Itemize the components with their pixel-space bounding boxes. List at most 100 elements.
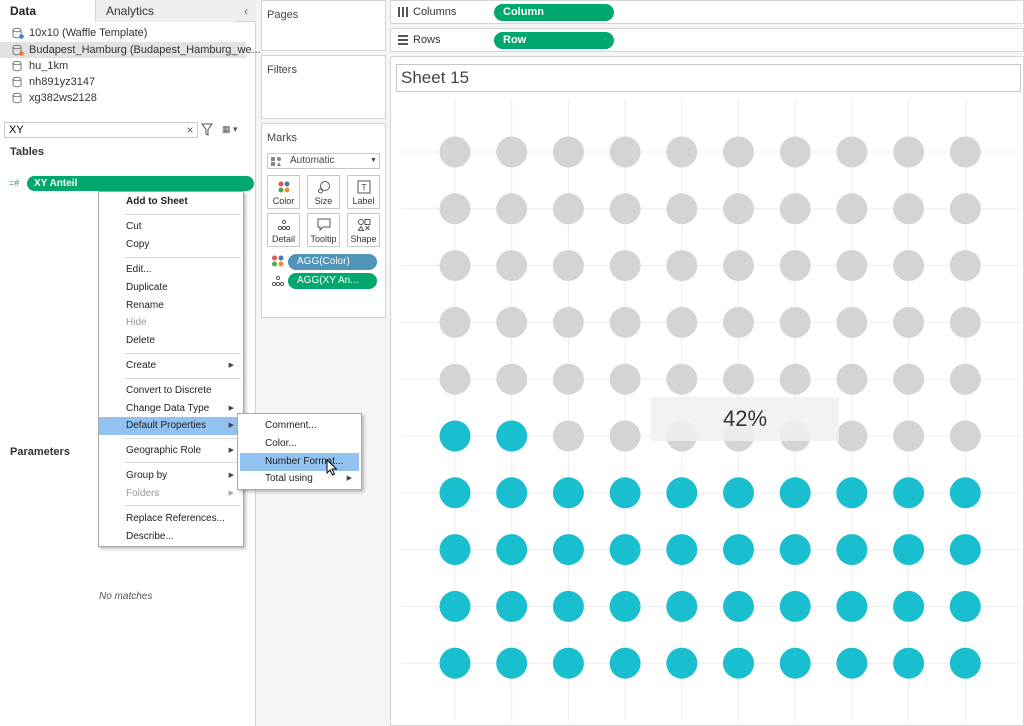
datasource-item[interactable]: hu_1km <box>0 58 256 74</box>
waffle-dot-empty[interactable] <box>552 193 584 225</box>
columns-shelf[interactable]: Columns Column <box>390 0 1024 24</box>
field-search-input[interactable] <box>4 122 198 138</box>
rows-shelf[interactable]: Rows Row <box>390 28 1024 52</box>
waffle-dot-filled[interactable] <box>949 647 981 679</box>
waffle-dot-filled[interactable] <box>836 534 868 566</box>
color-button[interactable]: Color <box>267 175 300 209</box>
waffle-dot-empty[interactable] <box>666 306 698 338</box>
waffle-dot-empty[interactable] <box>609 136 641 168</box>
row-pill[interactable]: Row <box>494 32 614 49</box>
waffle-dot-empty[interactable] <box>949 250 981 282</box>
waffle-dot-filled[interactable] <box>496 420 528 452</box>
waffle-dot-empty[interactable] <box>552 306 584 338</box>
waffle-dot-empty[interactable] <box>666 250 698 282</box>
waffle-dot-empty[interactable] <box>893 193 925 225</box>
waffle-dot-empty[interactable] <box>666 193 698 225</box>
waffle-dot-empty[interactable] <box>609 420 641 452</box>
datasource-item[interactable]: 10x10 (Waffle Template) <box>0 25 256 41</box>
waffle-dot-empty[interactable] <box>949 363 981 395</box>
waffle-dot-filled[interactable] <box>723 590 754 622</box>
menu-item-hide[interactable]: Hide <box>99 314 243 332</box>
detail-pill[interactable]: AGG(XY An... <box>288 273 377 289</box>
menu-item-replace-references[interactable]: Replace References... <box>99 510 243 528</box>
waffle-dot-filled[interactable] <box>949 477 981 509</box>
waffle-dot-filled[interactable] <box>723 534 754 566</box>
waffle-dot-filled[interactable] <box>893 477 925 509</box>
waffle-dot-empty[interactable] <box>836 306 868 338</box>
waffle-dot-filled[interactable] <box>439 420 471 452</box>
waffle-dot-filled[interactable] <box>496 590 528 622</box>
waffle-dot-filled[interactable] <box>496 534 528 566</box>
waffle-dot-empty[interactable] <box>723 193 754 225</box>
clear-search-icon[interactable]: × <box>184 122 196 138</box>
menu-item-copy[interactable]: Copy <box>99 236 243 254</box>
waffle-dot-empty[interactable] <box>552 136 584 168</box>
waffle-dot-empty[interactable] <box>609 363 641 395</box>
waffle-dot-filled[interactable] <box>723 647 754 679</box>
waffle-dot-empty[interactable] <box>836 363 868 395</box>
waffle-dot-empty[interactable] <box>723 363 754 395</box>
waffle-dot-empty[interactable] <box>893 306 925 338</box>
menu-item-total-using[interactable]: Total using ▶ <box>238 470 361 488</box>
waffle-dot-empty[interactable] <box>723 250 754 282</box>
waffle-dot-filled[interactable] <box>439 590 471 622</box>
waffle-dot-empty[interactable] <box>666 363 698 395</box>
waffle-dot-filled[interactable] <box>552 647 584 679</box>
waffle-dot-filled[interactable] <box>893 590 925 622</box>
waffle-dot-empty[interactable] <box>723 306 754 338</box>
menu-item-convert-to-discrete[interactable]: Convert to Discrete <box>99 382 243 400</box>
menu-item-default-properties[interactable]: Default Properties ▶ <box>99 417 243 435</box>
waffle-dot-empty[interactable] <box>949 420 981 452</box>
waffle-dot-empty[interactable] <box>949 136 981 168</box>
waffle-dot-empty[interactable] <box>439 136 471 168</box>
menu-item-create[interactable]: Create ▶ <box>99 357 243 375</box>
pages-card[interactable]: Pages <box>261 0 386 51</box>
menu-item-folders[interactable]: Folders ▶ <box>99 485 243 503</box>
waffle-dot-empty[interactable] <box>496 363 528 395</box>
tab-data[interactable]: Data <box>0 0 96 22</box>
waffle-dot-empty[interactable] <box>609 306 641 338</box>
menu-item-duplicate[interactable]: Duplicate <box>99 279 243 297</box>
waffle-dot-filled[interactable] <box>439 647 471 679</box>
waffle-dot-empty[interactable] <box>893 363 925 395</box>
waffle-dot-empty[interactable] <box>609 250 641 282</box>
menu-item-group-by[interactable]: Group by ▶ <box>99 467 243 485</box>
waffle-dot-filled[interactable] <box>666 477 698 509</box>
menu-item-add-to-sheet[interactable]: Add to Sheet <box>99 193 243 211</box>
waffle-dot-filled[interactable] <box>836 477 868 509</box>
tooltip-button[interactable]: Tooltip <box>307 213 340 247</box>
column-pill[interactable]: Column <box>494 4 614 21</box>
waffle-dot-empty[interactable] <box>893 136 925 168</box>
waffle-dot-empty[interactable] <box>552 363 584 395</box>
menu-item-delete[interactable]: Delete <box>99 332 243 350</box>
waffle-dot-filled[interactable] <box>609 647 641 679</box>
menu-item-geographic-role[interactable]: Geographic Role ▶ <box>99 442 243 460</box>
menu-item-change-data-type[interactable]: Change Data Type ▶ <box>99 400 243 418</box>
waffle-dot-empty[interactable] <box>779 136 811 168</box>
waffle-dot-empty[interactable] <box>836 193 868 225</box>
menu-item-cut[interactable]: Cut <box>99 218 243 236</box>
waffle-dot-filled[interactable] <box>609 534 641 566</box>
waffle-dot-empty[interactable] <box>779 250 811 282</box>
waffle-dot-filled[interactable] <box>496 647 528 679</box>
datasource-item[interactable]: nh891yz3147 <box>0 74 256 90</box>
collapse-pane-icon[interactable]: ‹ <box>236 0 256 21</box>
label-button[interactable]: T Label <box>347 175 380 209</box>
detail-button[interactable]: Detail <box>267 213 300 247</box>
waffle-dot-empty[interactable] <box>496 193 528 225</box>
waffle-dot-empty[interactable] <box>779 193 811 225</box>
mark-type-dropdown[interactable]: Automatic <box>267 153 380 169</box>
menu-item-describe[interactable]: Describe... <box>99 528 243 546</box>
color-pill[interactable]: AGG(Color) <box>288 254 377 270</box>
menu-item-edit[interactable]: Edit... <box>99 261 243 279</box>
waffle-dot-empty[interactable] <box>779 363 811 395</box>
waffle-dot-filled[interactable] <box>609 590 641 622</box>
waffle-dot-empty[interactable] <box>949 306 981 338</box>
waffle-dot-filled[interactable] <box>666 534 698 566</box>
waffle-dot-empty[interactable] <box>552 420 584 452</box>
tab-analytics[interactable]: Analytics <box>96 0 236 22</box>
waffle-dot-empty[interactable] <box>893 420 925 452</box>
waffle-dot-empty[interactable] <box>439 250 471 282</box>
waffle-dot-empty[interactable] <box>779 306 811 338</box>
menu-item-comment[interactable]: Comment... <box>238 417 361 435</box>
